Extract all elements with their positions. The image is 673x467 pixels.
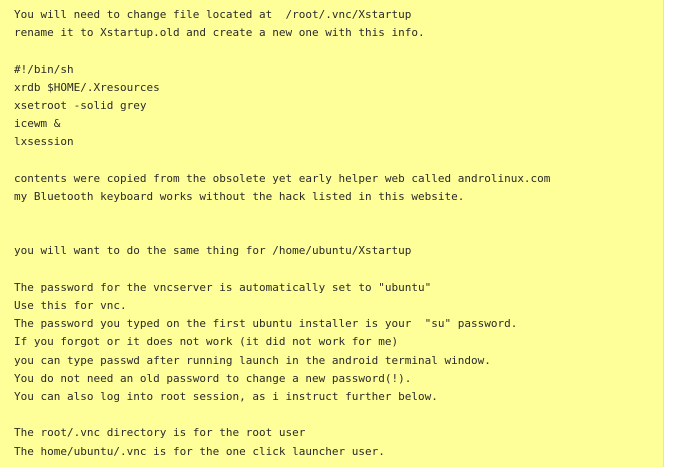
note-line: rename it to Xstartup.old and create a n… <box>14 26 425 40</box>
note-line: you can type passwd after running launch… <box>14 353 491 367</box>
note-line <box>14 152 663 170</box>
note-line <box>14 42 663 60</box>
note-line: The password for the vncserver is automa… <box>14 280 432 294</box>
note-line: You can also log into root session, as i… <box>14 389 438 403</box>
code-line: xrdb $HOME/.Xresources <box>14 80 160 94</box>
code-line: icewm & <box>14 117 61 131</box>
note-line <box>14 206 663 224</box>
note-line <box>14 224 663 242</box>
note-line: You do not need an old password to chang… <box>14 371 412 385</box>
note-line <box>14 406 663 424</box>
note-line: you will want to do the same thing for /… <box>14 244 412 258</box>
code-line: #!/bin/sh <box>14 62 74 76</box>
note-panel: You will need to change file located at … <box>0 0 664 467</box>
note-line: The password you typed on the first ubun… <box>14 317 518 331</box>
note-line: my Bluetooth keyboard works without the … <box>14 189 465 203</box>
note-line: The home/ubuntu/.vnc is for the one clic… <box>14 444 385 458</box>
note-line: Use this for vnc. <box>14 299 127 312</box>
code-line: lxsession <box>14 135 74 149</box>
note-line: You will need to change file located at … <box>14 8 412 21</box>
note-line <box>14 261 663 279</box>
note-line: contents were copied from the obsolete y… <box>14 171 551 185</box>
note-line: The root/.vnc directory is for the root … <box>14 426 306 440</box>
code-line: xsetroot -solid grey <box>14 98 147 112</box>
note-line: If you forgot or it does not work (it di… <box>14 335 399 349</box>
